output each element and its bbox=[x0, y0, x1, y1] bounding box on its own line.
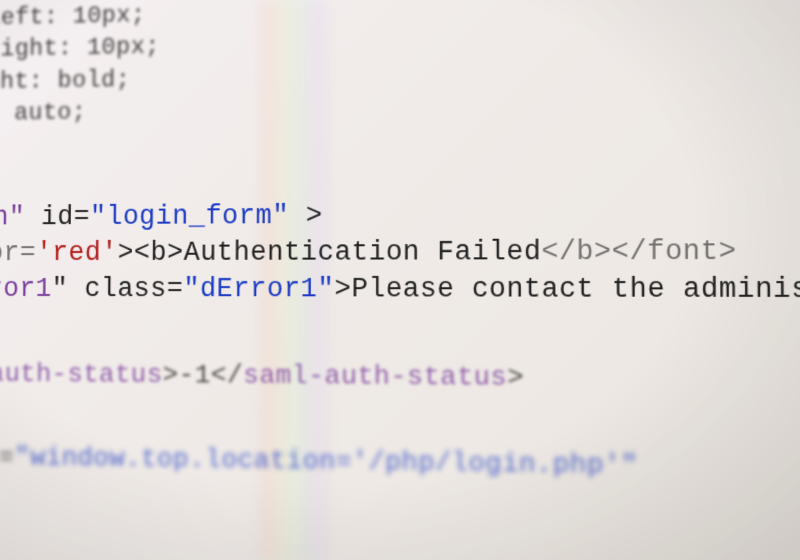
text: >Please contact the administrator bbox=[334, 275, 800, 307]
tag-name: saml-auth-status bbox=[0, 358, 163, 390]
attr-value: "login_form" bbox=[90, 201, 289, 232]
attr-name: onclick= bbox=[0, 440, 15, 472]
code-line: t color='red'><b>Authentication Failed</… bbox=[0, 233, 800, 272]
text: > bbox=[289, 201, 323, 232]
code-line: "login" id="login_form" > bbox=[0, 195, 800, 236]
text: " class= bbox=[52, 275, 184, 305]
angle-bracket: </ bbox=[211, 360, 243, 391]
tag-name: saml-auth-status bbox=[243, 360, 507, 393]
code-line: <saml-auth-status>-1</saml-auth-status> bbox=[0, 356, 800, 399]
code-line: ="dError1" class="dError1">Please contac… bbox=[0, 272, 800, 311]
text: Authentication Failed bbox=[183, 238, 541, 269]
angle-bracket: > bbox=[507, 362, 524, 393]
text: ><b> bbox=[117, 239, 183, 269]
attr-value: "dError1" bbox=[183, 275, 334, 306]
text: -1 bbox=[179, 360, 211, 391]
attr-value: "window.top.location='/php/login.php'" bbox=[14, 442, 638, 481]
string-fragment: "login" bbox=[0, 203, 25, 233]
text: </b></font> bbox=[541, 237, 736, 269]
attr-value: 'red' bbox=[36, 239, 118, 269]
attr-name: id= bbox=[25, 203, 90, 233]
text: t color= bbox=[0, 239, 36, 269]
code-photo: ing-left: 10px; ing-right: 10px; -weight… bbox=[0, 0, 800, 560]
class-name: dError1 bbox=[0, 275, 52, 305]
angle-bracket: > bbox=[163, 360, 179, 390]
